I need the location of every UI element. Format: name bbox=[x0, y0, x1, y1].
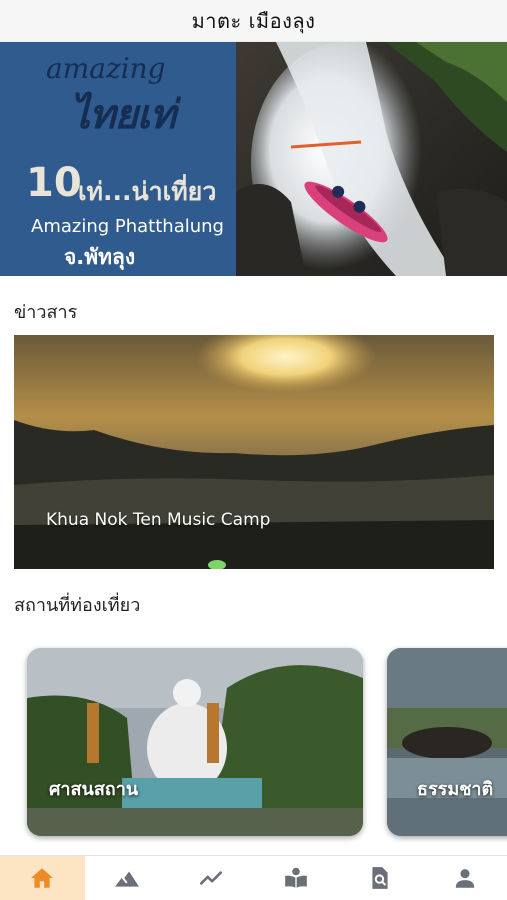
trending-icon bbox=[200, 871, 223, 885]
place-card-nature[interactable]: ธรรมชาติ bbox=[387, 648, 507, 836]
nav-attractions[interactable] bbox=[85, 856, 170, 900]
news-card-image bbox=[14, 335, 494, 569]
place-card-religious-image bbox=[27, 648, 363, 836]
hero-kayak-photo bbox=[236, 42, 507, 276]
hero-subtitle-th: จ.พัทลุง bbox=[64, 245, 136, 269]
nav-profile[interactable] bbox=[423, 856, 507, 900]
nav-home[interactable] bbox=[0, 856, 85, 900]
bottom-navigation bbox=[0, 855, 507, 900]
brand-amazing: amazing bbox=[46, 52, 166, 85]
hero-banner[interactable]: amazing ไทยเท่ 10 เท่...น่าเที่ยว Amazin… bbox=[0, 42, 507, 276]
news-section-title: ข่าวสาร bbox=[14, 302, 78, 323]
person-icon bbox=[455, 869, 474, 888]
page-title: มาตะ เมืองลุง bbox=[191, 8, 316, 33]
news-card-caption: Khua Nok Ten Music Camp bbox=[46, 510, 271, 530]
nav-search[interactable] bbox=[338, 856, 423, 900]
app-header: มาตะ เมืองลุง bbox=[0, 0, 507, 42]
hero-text-panel: amazing ไทยเท่ 10 เท่...น่าเที่ยว Amazin… bbox=[0, 42, 236, 276]
place-card-religious[interactable]: ศาสนสถาน bbox=[27, 648, 363, 836]
nav-learning[interactable] bbox=[254, 856, 339, 900]
mountain-icon bbox=[114, 871, 139, 887]
book-reader-icon bbox=[284, 867, 307, 888]
home-icon bbox=[31, 868, 54, 888]
brand-thai: ไทยเท่ bbox=[70, 91, 176, 138]
news-card[interactable]: Khua Nok Ten Music Camp bbox=[14, 335, 494, 569]
hero-headline: เท่...น่าเที่ยว bbox=[78, 177, 217, 206]
place-card-nature-image bbox=[387, 648, 507, 836]
place-card-label: ธรรมชาติ bbox=[417, 779, 494, 800]
nav-trending[interactable] bbox=[169, 856, 254, 900]
place-card-label: ศาสนสถาน bbox=[49, 779, 139, 800]
hero-number: 10 bbox=[26, 160, 82, 206]
search-document-icon bbox=[372, 867, 388, 889]
places-carousel[interactable]: ศาสนสถาน ธรรมชาติ bbox=[0, 640, 507, 850]
hero-subtitle-en: Amazing Phatthalung bbox=[31, 216, 224, 237]
places-section-title: สถานที่ท่องเที่ยว bbox=[14, 595, 141, 616]
